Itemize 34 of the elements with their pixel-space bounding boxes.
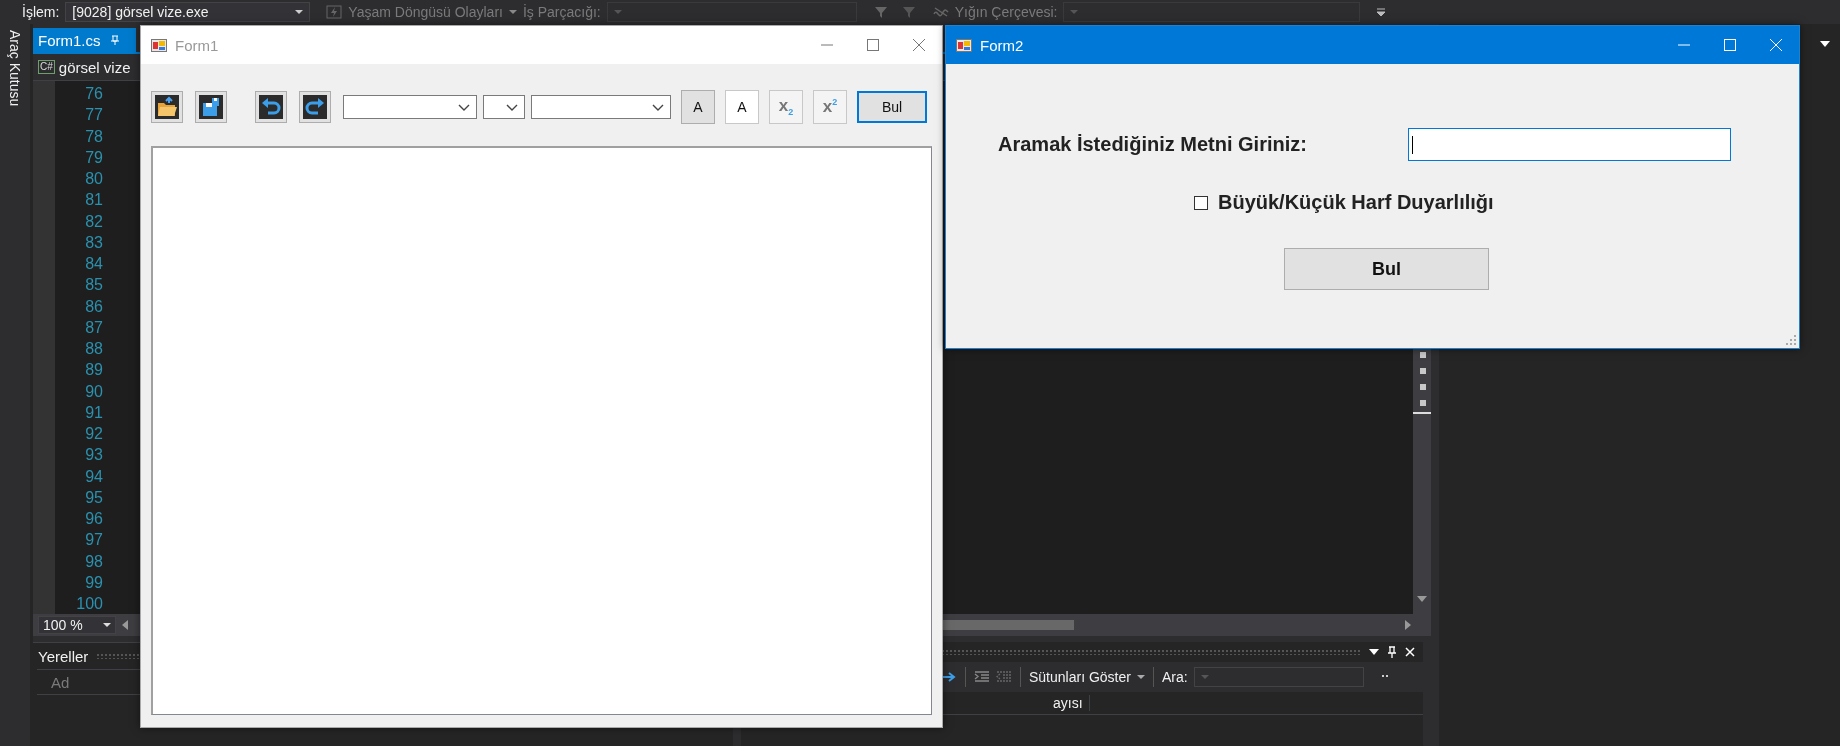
line-number: 91 <box>84 402 103 423</box>
thread-label: İş Parçacığı: <box>522 4 601 20</box>
line-number: 94 <box>84 466 103 487</box>
line-number: 87 <box>84 317 103 338</box>
line-number: 82 <box>84 211 103 232</box>
search-label: Aramak İstediğiniz Metni Giriniz: <box>998 133 1308 156</box>
line-number: 97 <box>84 530 103 551</box>
search-label: Ara: <box>1161 669 1188 686</box>
file-type-badge: C# <box>38 60 55 74</box>
line-number: 81 <box>84 190 103 211</box>
window-title: Form1 <box>175 36 219 54</box>
line-number: 88 <box>84 339 103 359</box>
line-number: 90 <box>84 381 103 402</box>
line-number: 96 <box>84 509 103 529</box>
line-number: 92 <box>84 424 103 444</box>
line-number: 76 <box>84 84 103 104</box>
panel-title: Yereller <box>38 647 89 665</box>
process-label: İşlem: <box>22 4 60 20</box>
window-title: Form2 <box>980 36 1024 54</box>
line-number: 84 <box>84 254 103 274</box>
line-number: 86 <box>84 296 103 317</box>
line-number: 80 <box>84 169 103 189</box>
line-number: 89 <box>84 360 103 381</box>
line-number: 85 <box>84 275 103 296</box>
line-number: 95 <box>84 487 103 508</box>
stack-frame-label: Yığın Çerçevesi: <box>954 4 1058 20</box>
line-number: 93 <box>84 445 103 466</box>
line-number: 98 <box>84 551 103 572</box>
line-number: 77 <box>84 105 103 126</box>
line-number: 78 <box>84 126 103 147</box>
line-number: 83 <box>84 232 103 253</box>
line-number: 99 <box>84 572 103 593</box>
line-number: 79 <box>84 147 103 168</box>
line-number: 100 <box>75 594 103 614</box>
